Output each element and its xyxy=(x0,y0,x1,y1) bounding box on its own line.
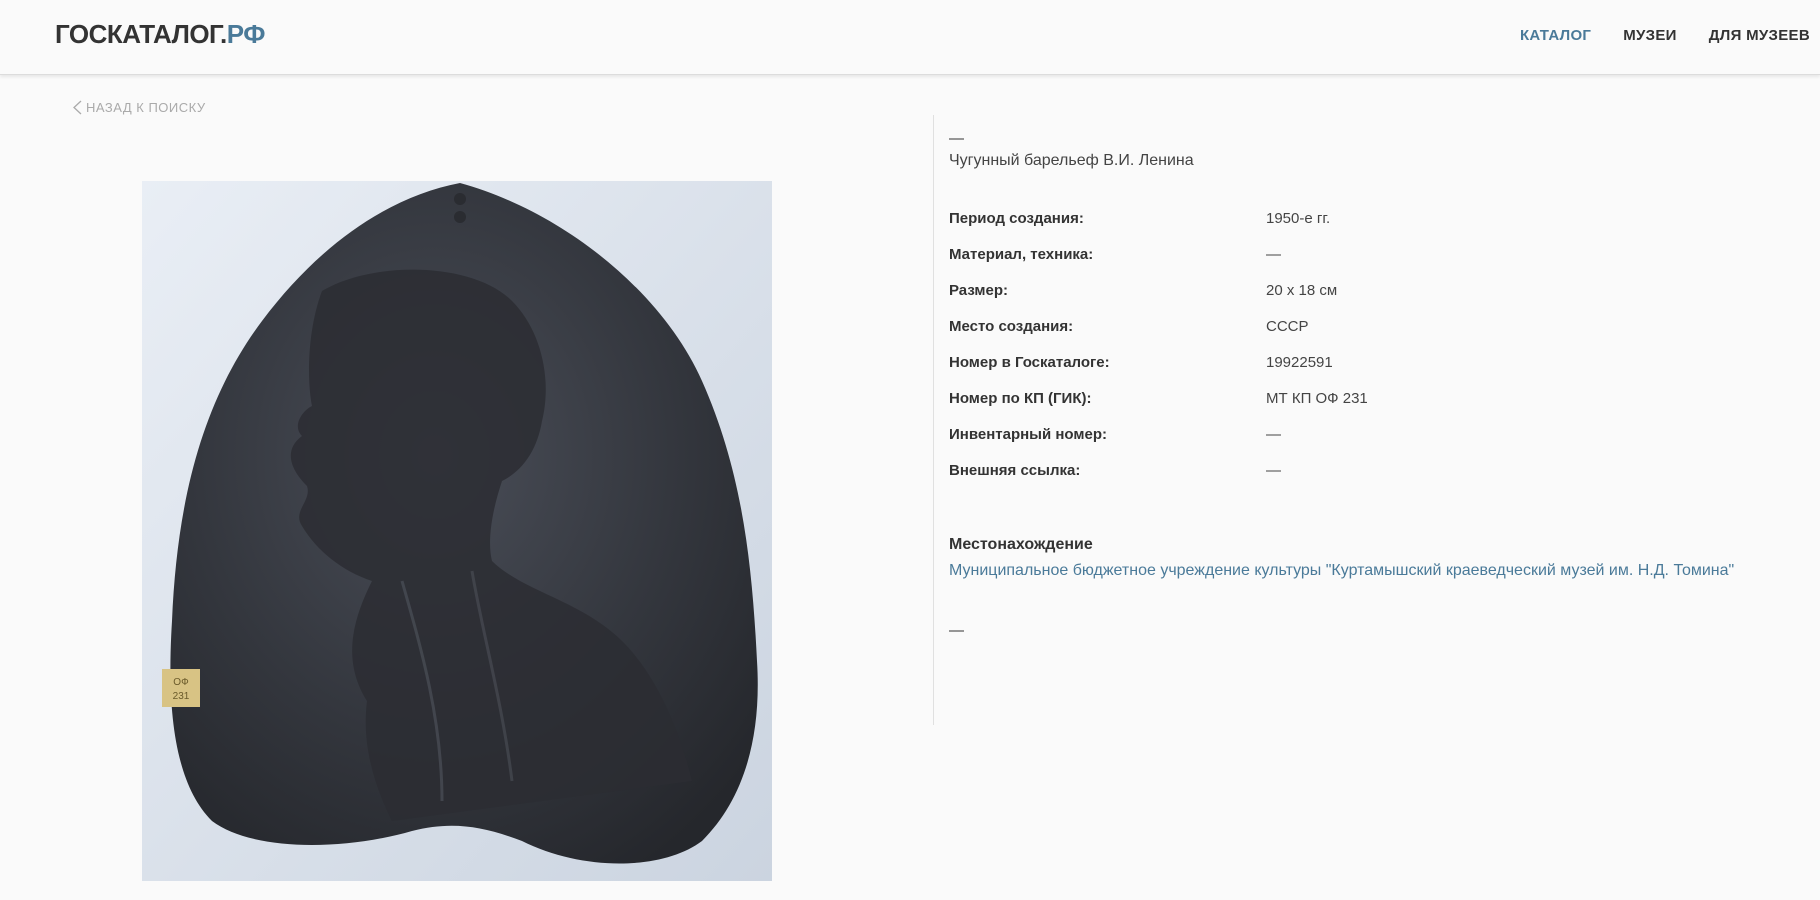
museum-link[interactable]: Муниципальное бюджетное учреждение культ… xyxy=(949,562,1809,580)
logo-main: ГОСКАТАЛОГ. xyxy=(55,19,227,49)
main-nav: КАТАЛОГ МУЗЕИ ДЛЯ МУЗЕЕВ xyxy=(1520,27,1810,44)
item-properties: Период создания: 1950-е гг. Материал, те… xyxy=(949,210,1809,498)
property-label: Номер по КП (ГИК): xyxy=(949,390,1092,407)
property-row: Внешняя ссылка: — xyxy=(949,462,1809,498)
item-details: — Чугунный барельеф В.И. Ленина Период с… xyxy=(949,130,1809,639)
property-row: Место создания: СССР xyxy=(949,318,1809,354)
property-value: — xyxy=(1266,246,1281,263)
chevron-left-icon xyxy=(73,100,82,115)
item-title: Чугунный барельеф В.И. Ленина xyxy=(949,152,1194,169)
property-label: Материал, техника: xyxy=(949,246,1094,263)
property-value: 1950-е гг. xyxy=(1266,210,1331,227)
location-title: Местонахождение xyxy=(949,536,1093,553)
footer-dash: — xyxy=(949,622,964,639)
property-label: Место создания: xyxy=(949,318,1074,335)
bas-relief-image: ОФ 231 xyxy=(142,181,772,881)
property-row: Номер в Госкаталоге: 19922591 xyxy=(949,354,1809,390)
property-value: СССР xyxy=(1266,318,1309,335)
property-value: 19922591 xyxy=(1266,354,1333,371)
property-value: МТ КП ОФ 231 xyxy=(1266,390,1368,407)
property-label: Номер в Госкаталоге: xyxy=(949,354,1110,371)
nav-for-museums[interactable]: ДЛЯ МУЗЕЕВ xyxy=(1709,27,1810,44)
property-label: Инвентарный номер: xyxy=(949,426,1107,443)
svg-text:231: 231 xyxy=(173,691,190,702)
property-label: Период создания: xyxy=(949,210,1084,227)
back-link-label: НАЗАД К ПОИСКУ xyxy=(86,100,206,115)
property-row: Инвентарный номер: — xyxy=(949,426,1809,462)
logo-accent: РФ xyxy=(226,19,266,49)
item-photo[interactable]: ОФ 231 xyxy=(142,181,772,881)
property-value: — xyxy=(1266,462,1281,479)
site-header: ГОСКАТАЛОГ.РФ КАТАЛОГ МУЗЕИ ДЛЯ МУЗЕЕВ xyxy=(0,0,1820,75)
svg-text:ОФ: ОФ xyxy=(173,677,189,688)
property-row: Материал, техника: — xyxy=(949,246,1809,282)
nav-catalog[interactable]: КАТАЛОГ xyxy=(1520,27,1591,44)
item-author: — xyxy=(949,130,964,147)
property-label: Внешняя ссылка: xyxy=(949,462,1081,479)
site-logo[interactable]: ГОСКАТАЛОГ.РФ xyxy=(55,19,265,50)
property-value: — xyxy=(1266,426,1281,443)
property-value: 20 х 18 см xyxy=(1266,282,1338,299)
property-row: Период создания: 1950-е гг. xyxy=(949,210,1809,246)
property-label: Размер: xyxy=(949,282,1009,299)
back-to-search-link[interactable]: НАЗАД К ПОИСКУ xyxy=(73,100,206,115)
property-row: Размер: 20 х 18 см xyxy=(949,282,1809,318)
nav-museums[interactable]: МУЗЕИ xyxy=(1623,27,1677,44)
column-divider xyxy=(933,115,934,725)
property-row: Номер по КП (ГИК): МТ КП ОФ 231 xyxy=(949,390,1809,426)
